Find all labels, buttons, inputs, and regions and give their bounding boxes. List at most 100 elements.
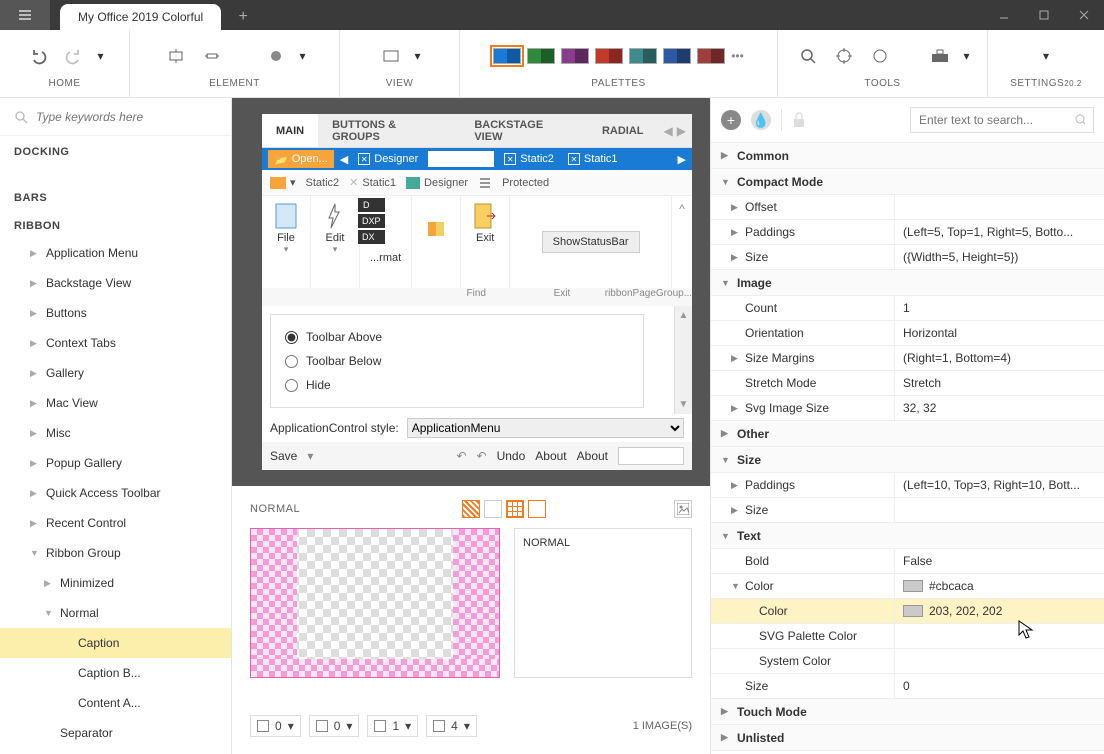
brush-button[interactable] (261, 41, 291, 71)
palette-more-icon[interactable]: ••• (731, 49, 744, 63)
sidebar-item[interactable]: ▼Normal (0, 598, 231, 628)
prop-size-margins[interactable]: Size Margins (745, 351, 814, 365)
frame-icon[interactable] (528, 500, 546, 518)
sub-static1[interactable]: ✕Static1 (349, 176, 396, 189)
undo-text-icon[interactable]: ↶ (477, 449, 487, 463)
tab-main[interactable]: MAIN (262, 114, 318, 147)
prop-offset[interactable]: Offset (745, 200, 777, 214)
sub-menu-icon[interactable]: ▾ (270, 176, 296, 189)
static2-seg[interactable]: Static2 (520, 153, 554, 165)
redo-button[interactable] (59, 41, 89, 71)
sub-static2[interactable]: Static2 (306, 177, 340, 189)
margin-right-input[interactable]: 1▾ (367, 715, 418, 737)
palette-swatch-5[interactable] (663, 48, 691, 64)
image-preview-canvas[interactable] (250, 528, 500, 678)
search-tool-icon[interactable] (793, 41, 823, 71)
align-button-2[interactable] (197, 41, 227, 71)
cat-unlisted[interactable]: ▶Unlisted (711, 725, 1104, 751)
cat-other[interactable]: ▶Other (711, 421, 1104, 447)
cat-touch[interactable]: ▶Touch Mode (711, 699, 1104, 725)
sidebar-item[interactable]: Content A... (0, 688, 231, 718)
radio-toolbar-above[interactable]: Toolbar Above (285, 325, 629, 349)
prop-size-size[interactable]: Size (745, 503, 768, 517)
prop-compact-paddings[interactable]: Paddings (745, 225, 795, 239)
show-status-bar-button[interactable]: ShowStatusBar (542, 231, 640, 253)
docking-header[interactable]: DOCKING (0, 136, 231, 164)
prop-compact-size[interactable]: Size (745, 250, 768, 264)
sidebar-item[interactable]: ▶Quick Access Toolbar (0, 478, 231, 508)
lock-icon[interactable] (792, 112, 806, 128)
scroll-up-icon[interactable]: ▲ (675, 310, 692, 321)
cat-size[interactable]: ▼Size (711, 447, 1104, 473)
save-input[interactable] (618, 447, 684, 465)
prop-color[interactable]: Color (745, 579, 774, 593)
window-tab[interactable]: My Office 2019 Colorful (60, 4, 221, 30)
tab-next-icon[interactable]: ▶ (677, 124, 686, 138)
cat-text[interactable]: ▼Text (711, 523, 1104, 549)
undo-button[interactable] (23, 41, 53, 71)
prop-size-paddings[interactable]: Paddings (745, 478, 795, 492)
prop-svg-palette[interactable]: SVG Palette Color (759, 629, 857, 643)
sidebar-item[interactable]: ▶Application Menu (0, 238, 231, 268)
grey-icon[interactable] (484, 500, 502, 518)
palette-swatch-3[interactable] (595, 48, 623, 64)
undo-dropdown[interactable]: ▾ (95, 41, 107, 71)
close-button[interactable] (1064, 0, 1104, 30)
target-tool-icon[interactable] (829, 41, 859, 71)
sidebar-item[interactable]: ▶Mac View (0, 388, 231, 418)
view-dropdown[interactable]: ▾ (412, 41, 424, 71)
sidebar-item[interactable]: ▼Ribbon Group (0, 538, 231, 568)
sidebar-item[interactable]: ▶Gallery (0, 358, 231, 388)
normal-textbox[interactable]: NORMAL (514, 528, 692, 678)
back-arrow-icon[interactable]: ◀ (340, 153, 348, 166)
designer-input[interactable] (428, 151, 494, 167)
exit-icon[interactable] (471, 202, 499, 230)
palette-swatch-6[interactable] (697, 48, 725, 64)
ribbon-header[interactable]: RIBBON (0, 210, 231, 238)
prop-stretch[interactable]: Stretch Mode (745, 376, 816, 390)
sub-list-icon[interactable] (478, 177, 492, 189)
sidebar-item[interactable]: Caption B... (0, 658, 231, 688)
palette-swatch-1[interactable] (527, 48, 555, 64)
grid-icon[interactable] (506, 500, 524, 518)
add-property-button[interactable]: + (721, 110, 741, 130)
prop-text-size[interactable]: Size (745, 679, 768, 693)
add-tab-button[interactable]: + (229, 4, 257, 30)
undo-arrow-icon[interactable]: ↶ (456, 449, 466, 463)
static1-seg[interactable]: Static1 (584, 153, 618, 165)
margin-top-input[interactable]: 0▾ (309, 715, 360, 737)
sidebar-item[interactable]: ▶Minimized (0, 568, 231, 598)
hamburger-button[interactable] (0, 0, 50, 30)
radio-toolbar-below[interactable]: Toolbar Below (285, 349, 629, 373)
margin-bottom-input[interactable]: 4▾ (426, 715, 477, 737)
edit-icon[interactable] (321, 202, 349, 230)
cat-image[interactable]: ▼Image (711, 270, 1104, 296)
about-2[interactable]: About (577, 449, 608, 463)
minimize-button[interactable] (984, 0, 1024, 30)
margin-left-input[interactable]: 0▾ (250, 715, 301, 737)
save-button[interactable]: Save (270, 449, 297, 463)
palette-swatch-0[interactable] (493, 48, 521, 64)
circle-tool-icon[interactable] (865, 41, 895, 71)
property-search-input[interactable] (919, 113, 1074, 127)
prop-count[interactable]: Count (745, 301, 777, 315)
prop-system-color[interactable]: System Color (759, 654, 831, 668)
settings-dropdown[interactable]: ▾ (1040, 41, 1052, 71)
scroll-down-icon[interactable]: ▼ (675, 399, 692, 410)
sidebar-item[interactable]: ▶Buttons (0, 298, 231, 328)
cat-compact[interactable]: ▼Compact Mode (711, 169, 1104, 195)
sidebar-item[interactable]: Caption (0, 628, 231, 658)
prop-orientation[interactable]: Orientation (745, 326, 804, 340)
open-label[interactable]: Open... (292, 153, 328, 165)
sidebar-item[interactable]: ▶Popup Gallery (0, 448, 231, 478)
toolbox-dropdown[interactable]: ▾ (961, 41, 973, 71)
prop-svg-size[interactable]: Svg Image Size (745, 401, 829, 415)
sidebar-item[interactable]: Separator (0, 718, 231, 748)
tab-backstage-view[interactable]: BACKSTAGE VIEW (460, 114, 588, 147)
blue-next-icon[interactable]: ▶ (678, 153, 686, 166)
find-icon[interactable] (422, 216, 450, 244)
about-1[interactable]: About (535, 449, 566, 463)
sidebar-item[interactable]: ▶Misc (0, 418, 231, 448)
bars-header[interactable]: BARS (0, 182, 231, 210)
sidebar-item[interactable]: ▶Recent Control (0, 508, 231, 538)
